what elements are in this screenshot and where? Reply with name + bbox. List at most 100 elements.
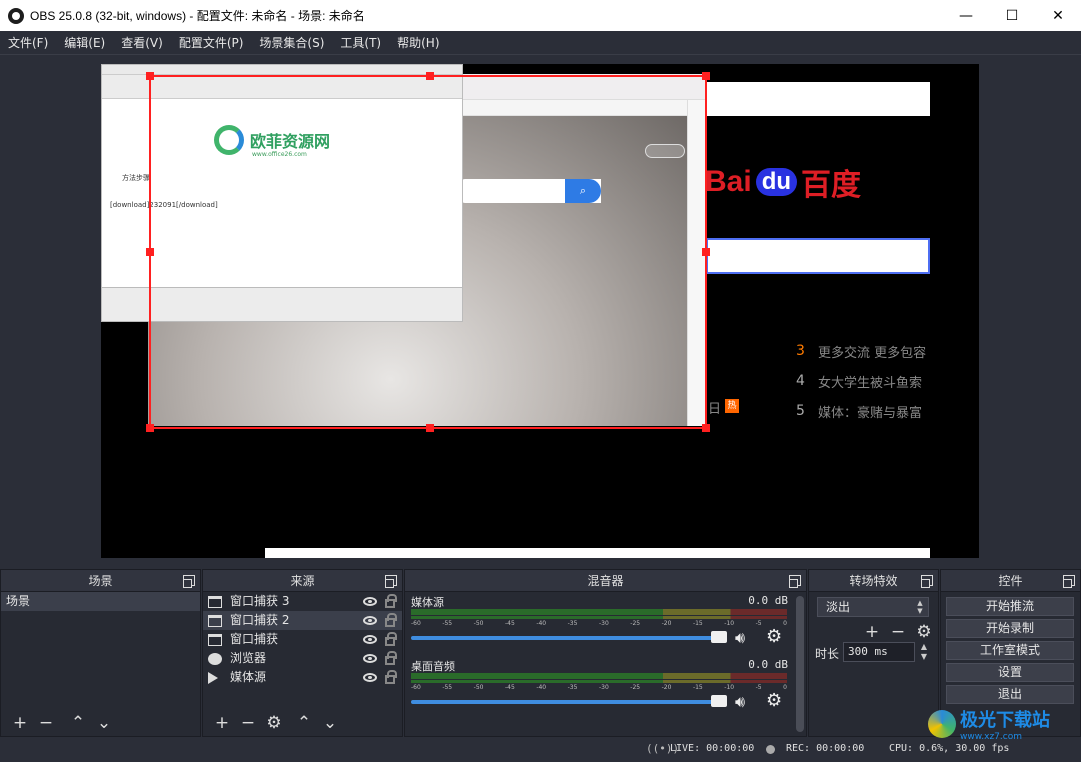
source-item-label: 媒体源 <box>230 670 267 684</box>
settings-button[interactable]: 设置 <box>946 663 1074 682</box>
resize-handle[interactable] <box>146 248 154 256</box>
volume-slider-knob[interactable] <box>711 631 727 643</box>
start-recording-button[interactable]: 开始录制 <box>946 619 1074 638</box>
hot-item-text: 更多交流 更多包容 <box>818 345 927 361</box>
tick-label: -50 <box>473 684 484 691</box>
eye-icon[interactable] <box>363 616 377 625</box>
source-selection-box[interactable] <box>146 72 710 432</box>
menu-bar: 文件(F) 编辑(E) 查看(V) 配置文件(P) 场景集合(S) 工具(T) … <box>0 31 1081 55</box>
transitions-title: 转场特效 <box>849 574 898 588</box>
resize-handle[interactable] <box>702 248 710 256</box>
source-item[interactable]: 窗口捕获 3 <box>203 592 402 611</box>
source-item-label: 浏览器 <box>230 651 267 665</box>
resize-handle[interactable] <box>426 72 434 80</box>
float-dock-icon[interactable] <box>385 575 397 588</box>
float-dock-icon[interactable] <box>1063 575 1075 588</box>
hot-side-text: 日 <box>708 402 722 417</box>
volume-slider-knob[interactable] <box>711 695 727 707</box>
resize-handle[interactable] <box>146 72 154 80</box>
menu-edit[interactable]: 编辑(E) <box>56 31 113 55</box>
menu-view[interactable]: 查看(V) <box>113 31 171 55</box>
eye-icon[interactable] <box>363 654 377 663</box>
add-transition-button[interactable]: + <box>859 621 885 643</box>
tick-label: -30 <box>598 684 609 691</box>
menu-file[interactable]: 文件(F) <box>0 31 56 55</box>
lock-icon[interactable] <box>385 632 397 646</box>
float-dock-icon[interactable] <box>183 575 195 588</box>
watermark-url: www.xz7.com <box>960 732 1022 742</box>
source-item[interactable]: 媒体源 <box>203 668 402 687</box>
add-scene-button[interactable]: + <box>7 712 33 734</box>
exit-button[interactable]: 退出 <box>946 685 1074 704</box>
title-bar: OBS 25.0.8 (32-bit, windows) - 配置文件: 未命名… <box>0 0 1081 31</box>
scene-item[interactable]: 场景 <box>1 592 200 611</box>
eye-icon[interactable] <box>363 673 377 682</box>
lock-icon[interactable] <box>385 594 397 608</box>
move-down-button[interactable]: ⌄ <box>91 712 117 734</box>
transition-select[interactable]: 淡出 ▲ ▼ <box>817 597 929 617</box>
mixer-scrollbar[interactable] <box>796 596 804 732</box>
source-item[interactable]: 窗口捕获 <box>203 630 402 649</box>
float-dock-icon[interactable] <box>921 575 933 588</box>
baidu-logo-left: Bai <box>705 165 752 198</box>
tick-label: -50 <box>473 620 484 627</box>
baidu-search-box <box>706 238 930 274</box>
maximize-button[interactable]: ☐ <box>989 0 1035 31</box>
eye-icon[interactable] <box>363 597 377 606</box>
eye-icon[interactable] <box>363 635 377 644</box>
duration-spin-arrows-icon[interactable]: ▲ ▼ <box>917 642 931 662</box>
transition-tools: + − ⚙ <box>859 621 937 643</box>
close-button[interactable]: ✕ <box>1035 0 1081 31</box>
move-down-button[interactable]: ⌄ <box>317 712 343 734</box>
menu-scene-collection[interactable]: 场景集合(S) <box>251 31 332 55</box>
tick-label: -45 <box>504 684 515 691</box>
source-item-label: 窗口捕获 <box>230 632 279 646</box>
select-arrows-icon: ▲ ▼ <box>917 599 923 615</box>
lock-icon[interactable] <box>385 670 397 684</box>
preview-canvas[interactable]: Bai du 百度 日 热 3 更多交流 更多包容 4 女大学生被斗鱼索 5 媒… <box>101 64 979 558</box>
move-up-button[interactable]: ⌃ <box>291 712 317 734</box>
start-streaming-button[interactable]: 开始推流 <box>946 597 1074 616</box>
move-up-button[interactable]: ⌃ <box>65 712 91 734</box>
float-dock-icon[interactable] <box>789 575 801 588</box>
menu-help[interactable]: 帮助(H) <box>389 31 447 55</box>
speaker-icon[interactable]: 🔊︎ <box>735 628 745 648</box>
tick-label: -35 <box>567 620 578 627</box>
channel-name: 媒体源 <box>411 596 444 609</box>
tick-label: -20 <box>661 684 672 691</box>
source-item[interactable]: 浏览器 <box>203 649 402 668</box>
source-item[interactable]: 窗口捕获 2 <box>203 611 402 630</box>
lock-icon[interactable] <box>385 651 397 665</box>
tick-label: -5 <box>755 684 762 691</box>
speaker-icon[interactable]: 🔊︎ <box>735 692 745 712</box>
remove-transition-button[interactable]: − <box>885 621 911 643</box>
remove-source-button[interactable]: − <box>235 712 261 734</box>
duration-label: 时长 <box>815 647 840 661</box>
add-source-button[interactable]: + <box>209 712 235 734</box>
resize-handle[interactable] <box>426 424 434 432</box>
hot-item-text: 女大学生被斗鱼索 <box>818 375 923 391</box>
menu-tools[interactable]: 工具(T) <box>332 31 389 55</box>
studio-mode-button[interactable]: 工作室模式 <box>946 641 1074 660</box>
resize-handle[interactable] <box>702 424 710 432</box>
gear-icon[interactable]: ⚙ <box>766 690 782 711</box>
window-controls: — ☐ ✕ <box>943 0 1081 31</box>
controls-title: 控件 <box>998 574 1023 588</box>
status-bar: ((•)) LIVE: 00:00:00 REC: 00:00:00 CPU: … <box>0 737 1081 762</box>
menu-profile[interactable]: 配置文件(P) <box>171 31 252 55</box>
globe-icon <box>208 652 222 665</box>
minimize-button[interactable]: — <box>943 0 989 31</box>
lock-icon[interactable] <box>385 613 397 627</box>
gear-icon[interactable]: ⚙ <box>766 626 782 647</box>
transition-properties-gear-icon[interactable]: ⚙ <box>911 621 937 643</box>
baidu-logo: Bai du 百度 <box>705 160 861 204</box>
resize-handle[interactable] <box>146 424 154 432</box>
volume-slider[interactable] <box>411 636 721 640</box>
duration-input[interactable]: 300 ms <box>843 642 915 662</box>
resize-handle[interactable] <box>702 72 710 80</box>
remove-scene-button[interactable]: − <box>33 712 59 734</box>
volume-slider[interactable] <box>411 700 721 704</box>
source-properties-gear-icon[interactable]: ⚙ <box>261 712 287 734</box>
live-status: LIVE: 00:00:00 <box>670 743 755 754</box>
dock-area: 场景 场景 + − ⌃ ⌄ 来源 窗口捕获 3 窗口捕获 2 窗口捕获 浏览器 … <box>0 569 1081 737</box>
